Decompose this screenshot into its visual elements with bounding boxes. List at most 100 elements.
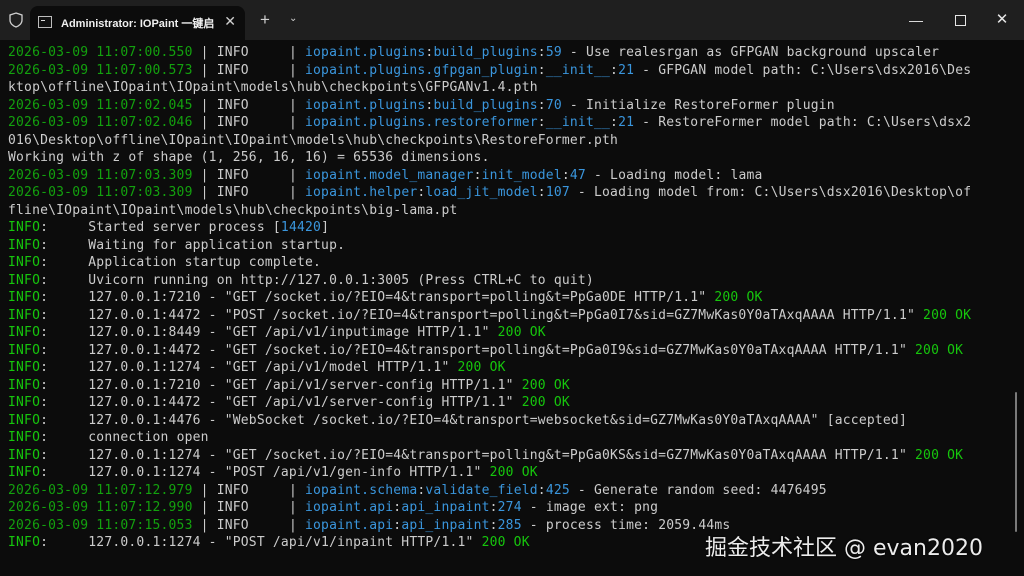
log-segment: : (489, 517, 498, 533)
log-segment: - Loading model from: C:\Users\dsx2016\D… (569, 185, 972, 200)
log-segment: - Generate random seed: 4476495 (569, 482, 827, 498)
terminal-line: INFO: 127.0.0.1:1274 - "POST /api/v1/gen… (8, 464, 1012, 482)
scrollbar[interactable] (1015, 392, 1017, 532)
log-segment: : connection open (40, 430, 209, 445)
log-segment: 200 OK (714, 290, 763, 305)
log-segment: : 127.0.0.1:1274 - "POST /api/v1/gen-inf… (40, 465, 490, 480)
log-segment: : (473, 167, 482, 183)
log-segment: INFO (8, 377, 41, 393)
log-segment: 200 OK (457, 360, 506, 375)
log-segment: - RestoreFormer model path: C:\Users\dsx… (634, 115, 972, 130)
log-segment: 016\Desktop\offline\IOpaint\IOpaint\mode… (8, 132, 619, 148)
watermark: 掘金技术社区 @ evan2020 (705, 536, 983, 561)
log-segment: : Uvicorn running on http://127.0.0.1:30… (40, 272, 594, 288)
log-segment: 2026-03-09 11:07:15.053 (8, 517, 193, 533)
shield-icon (9, 12, 23, 28)
terminal-line: INFO: 127.0.0.1:7210 - "GET /socket.io/?… (8, 289, 1012, 307)
log-segment: iopaint.plugins (305, 45, 426, 60)
log-segment: | INFO | (192, 500, 305, 515)
log-segment: build_plugins (433, 45, 538, 60)
log-segment: 200 OK (481, 535, 530, 550)
terminal-line: INFO: 127.0.0.1:8449 - "GET /api/v1/inpu… (8, 324, 1012, 342)
log-segment: api_inpaint (401, 517, 490, 533)
tab-close-icon[interactable]: ✕ (224, 14, 236, 28)
log-segment: 70 (545, 97, 562, 113)
log-segment: : 127.0.0.1:4472 - "GET /api/v1/server-c… (40, 395, 522, 410)
log-segment: INFO (8, 430, 41, 445)
log-segment: api_inpaint (401, 500, 490, 515)
log-segment: - Loading model: lama (585, 167, 763, 183)
terminal-tab[interactable]: Administrator: IOPaint 一键启 ✕ (30, 6, 245, 40)
log-segment: - image ext: png (521, 500, 659, 515)
log-segment: | INFO | (192, 517, 305, 533)
terminal-icon (38, 16, 52, 28)
log-segment: : Started server process [ (40, 220, 281, 235)
log-segment: 2026-03-09 11:07:02.045 (8, 97, 193, 113)
log-segment: : (537, 115, 546, 130)
log-segment: iopaint.plugins.gfpgan_plugin (305, 62, 538, 78)
terminal-line: 2026-03-09 11:07:00.573 | INFO | iopaint… (8, 62, 1012, 80)
log-segment: 2026-03-09 11:07:03.309 (8, 167, 193, 183)
log-segment: INFO (8, 412, 41, 428)
log-segment: INFO (8, 465, 41, 480)
terminal-line: INFO: 127.0.0.1:1274 - "GET /socket.io/?… (8, 447, 1012, 465)
terminal-line: 2026-03-09 11:07:02.046 | INFO | iopaint… (8, 114, 1012, 132)
log-segment: INFO (8, 325, 41, 340)
log-segment: | INFO | (192, 482, 305, 498)
log-segment: iopaint.api (305, 517, 394, 533)
terminal-line: INFO: Application startup complete. (8, 254, 1012, 272)
terminal-line: INFO: 127.0.0.1:7210 - "GET /api/v1/serv… (8, 377, 1012, 395)
log-segment: : 127.0.0.1:8449 - "GET /api/v1/inputima… (40, 325, 498, 340)
log-segment: 200 OK (497, 325, 546, 340)
log-segment: : (489, 500, 498, 515)
chevron-down-icon[interactable]: ⌄ (289, 13, 297, 24)
log-segment: fline\IOpaint\IOpaint\models\hub\checkpo… (8, 202, 458, 218)
log-segment: - GFPGAN model path: C:\Users\dsx2016\De… (634, 62, 972, 78)
minimize-button[interactable]: — (906, 10, 926, 30)
terminal-line: 2026-03-09 11:07:03.309 | INFO | iopaint… (8, 167, 1012, 185)
log-segment: ] (321, 220, 330, 235)
log-segment: : (537, 482, 546, 498)
log-segment: : (537, 185, 546, 200)
log-segment: Working with z of shape (1, 256, 16, 16)… (8, 150, 490, 165)
terminal-line: INFO: Waiting for application startup. (8, 237, 1012, 255)
log-segment: | INFO | (192, 185, 305, 200)
terminal-line: INFO: 127.0.0.1:4472 - "GET /api/v1/serv… (8, 394, 1012, 412)
log-segment: : (610, 115, 619, 130)
log-segment: INFO (8, 290, 41, 305)
log-segment: : 127.0.0.1:7210 - "GET /socket.io/?EIO=… (40, 290, 715, 305)
log-segment: | INFO | (192, 167, 305, 183)
terminal-line: INFO: Started server process [14420] (8, 219, 1012, 237)
log-segment: | INFO | (192, 62, 305, 78)
maximize-button[interactable] (950, 10, 970, 30)
terminal-output[interactable]: 2026-03-09 11:07:00.550 | INFO | iopaint… (8, 44, 1012, 564)
terminal-line: 2026-03-09 11:07:00.550 | INFO | iopaint… (8, 44, 1012, 62)
terminal-line: ktop\offline\IOpaint\IOpaint\models\hub\… (8, 79, 1012, 97)
log-segment: __init__ (545, 62, 611, 78)
terminal-line: INFO: 127.0.0.1:4472 - "GET /socket.io/?… (8, 342, 1012, 360)
terminal-line: INFO: 127.0.0.1:4476 - "WebSocket /socke… (8, 412, 1012, 430)
log-segment: iopaint.plugins.restoreformer (305, 115, 538, 130)
terminal-line: 2026-03-09 11:07:12.979 | INFO | iopaint… (8, 482, 1012, 500)
new-tab-button[interactable]: + (260, 11, 270, 28)
log-segment: - process time: 2059.44ms (521, 517, 731, 533)
log-segment: iopaint.api (305, 500, 394, 515)
log-segment: INFO (8, 255, 41, 270)
log-segment: 200 OK (923, 307, 972, 323)
log-segment: iopaint.schema (305, 482, 418, 498)
log-segment: iopaint.model_manager (305, 167, 474, 183)
log-segment: 14420 (280, 220, 322, 235)
log-segment: 200 OK (521, 377, 570, 393)
maximize-icon (954, 15, 966, 26)
terminal-line: INFO: 127.0.0.1:1274 - "GET /api/v1/mode… (8, 359, 1012, 377)
log-segment: | INFO | (192, 45, 305, 60)
log-segment: iopaint.helper (305, 185, 418, 200)
close-window-button[interactable]: ✕ (992, 10, 1012, 30)
log-segment: - Initialize RestoreFormer plugin (561, 97, 835, 113)
log-segment: iopaint.plugins (305, 97, 426, 113)
log-segment: INFO (8, 447, 41, 463)
terminal-line: INFO: connection open (8, 429, 1012, 447)
log-segment: : 127.0.0.1:4476 - "WebSocket /socket.io… (40, 412, 907, 428)
log-segment: init_model (481, 167, 562, 183)
log-segment: : (537, 97, 546, 113)
